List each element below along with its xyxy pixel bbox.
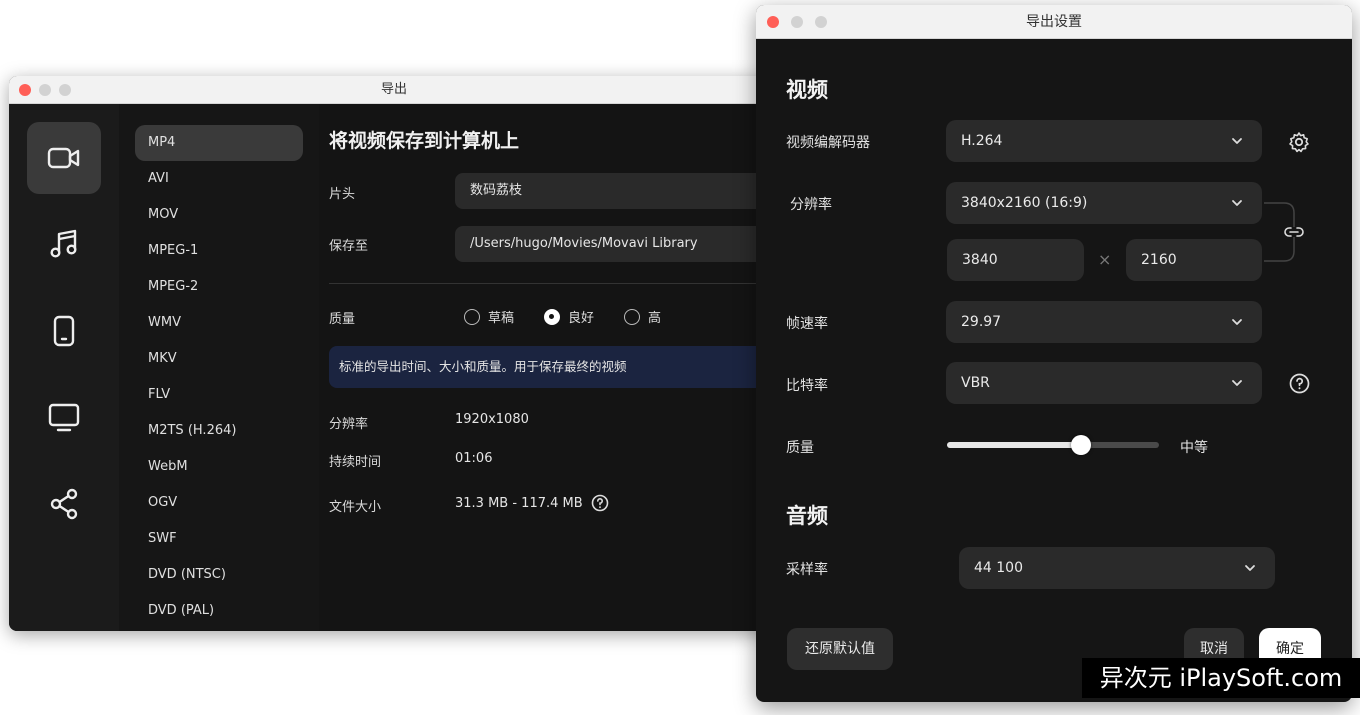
music-icon (50, 229, 77, 258)
resolution-label: 分辨率 (329, 417, 369, 432)
quality-option-draft[interactable]: 草稿 (464, 307, 514, 326)
watermark: 异次元 iPlaySoft.com (1082, 658, 1360, 698)
export-settings-window: 导出设置 视频 视频编解码器 H.264 分辨率 3840x2160 (16:9… (756, 5, 1352, 702)
resolution-select[interactable]: 3840x2160 (16:9) (946, 182, 1262, 224)
quality-option-label: 高 (648, 311, 662, 326)
times-sign: × (1098, 250, 1112, 269)
format-list: MP4 AVI MOV MPEG-1 MPEG-2 WMV MKV FLV M2… (119, 104, 319, 631)
category-nav (9, 104, 119, 631)
chevron-down-icon (1232, 138, 1242, 144)
save-to-input[interactable]: /Users/hugo/Movies/Movavi Library (455, 226, 779, 262)
height-input[interactable]: 2160 (1126, 239, 1262, 281)
export-main: 将视频保存到计算机上 片头 数码荔枝 保存至 /Users/hugo/Movie… (319, 104, 779, 631)
chevron-down-icon (1245, 565, 1255, 571)
bitrate-value: VBR (961, 375, 990, 391)
quality-label: 质量 (329, 312, 356, 327)
bitrate-label: 比特率 (786, 378, 828, 394)
title-label: 片头 (329, 187, 356, 202)
quality-slider-thumb[interactable] (1070, 435, 1091, 455)
quality-value: 中等 (1180, 440, 1208, 456)
format-item-webm[interactable]: WebM (135, 449, 303, 485)
radio-circle (624, 308, 640, 325)
window-title: 导出 (380, 82, 407, 97)
quality-option-label: 良好 (568, 311, 595, 326)
format-item-dvd-pal[interactable]: DVD (PAL) (135, 593, 303, 629)
nav-audio[interactable] (27, 208, 101, 280)
codec-value: H.264 (961, 133, 1003, 149)
radio-circle (464, 308, 480, 325)
export-titlebar: 导出 (9, 76, 779, 104)
format-item-avi[interactable]: AVI (135, 161, 303, 197)
quality-option-good[interactable]: 良好 (544, 307, 594, 326)
resolution-label: 分辨率 (790, 197, 832, 213)
quality-slider-fill (947, 442, 1081, 448)
reset-defaults-button[interactable]: 还原默认值 (787, 628, 893, 670)
duration-label: 持续时间 (329, 455, 382, 470)
format-item-swf[interactable]: SWF (135, 521, 303, 557)
format-item-mkv[interactable]: MKV (135, 341, 303, 377)
page-title: 将视频保存到计算机上 (329, 130, 520, 152)
video-section-title: 视频 (786, 78, 828, 102)
quality-label: 质量 (786, 440, 814, 456)
quality-slider[interactable] (947, 435, 1159, 455)
format-item-mpeg1[interactable]: MPEG-1 (135, 233, 303, 269)
gear-icon[interactable] (1288, 131, 1310, 153)
save-to-label: 保存至 (329, 239, 369, 254)
help-icon[interactable] (1289, 373, 1310, 394)
phone-icon (53, 315, 75, 347)
filesize-value: 31.3 MB - 117.4 MB (455, 496, 583, 511)
quality-option-high[interactable]: 高 (624, 307, 661, 326)
samplerate-label: 采样率 (786, 562, 828, 578)
format-item-mov[interactable]: MOV (135, 197, 303, 233)
framerate-label: 帧速率 (786, 316, 828, 332)
window-title: 导出设置 (1026, 14, 1082, 30)
resolution-value: 3840x2160 (16:9) (961, 195, 1088, 211)
quality-info-banner: 标准的导出时间、大小和质量。用于保存最终的视频 (329, 346, 779, 388)
bitrate-select[interactable]: VBR (946, 362, 1262, 404)
export-window: 导出 MP4 AVI MOV MPEG-1 MPEG-2 WMV MKV FLV… (9, 76, 779, 631)
video-icon (47, 147, 80, 169)
tv-icon (48, 403, 80, 432)
nav-tv[interactable] (27, 382, 101, 454)
quality-radio-group: 草稿 良好 高 (464, 307, 779, 327)
nav-share[interactable] (27, 468, 101, 540)
radio-circle-selected (544, 308, 560, 325)
codec-label: 视频编解码器 (786, 135, 870, 151)
nav-video[interactable] (27, 122, 101, 194)
format-item-mp4[interactable]: MP4 (135, 125, 303, 161)
help-icon[interactable] (591, 494, 609, 512)
filesize-label: 文件大小 (329, 500, 382, 515)
chevron-down-icon (1232, 200, 1242, 206)
width-input[interactable]: 3840 (947, 239, 1084, 281)
format-item-mpeg2[interactable]: MPEG-2 (135, 269, 303, 305)
nav-device[interactable] (27, 295, 101, 367)
title-input[interactable]: 数码荔枝 (455, 173, 779, 209)
quality-option-label: 草稿 (488, 311, 515, 326)
format-item-m2ts[interactable]: M2TS (H.264) (135, 413, 303, 449)
share-icon (50, 488, 78, 520)
chevron-down-icon (1232, 380, 1242, 386)
duration-value: 01:06 (455, 451, 493, 466)
codec-select[interactable]: H.264 (946, 120, 1262, 162)
format-item-dvd-ntsc[interactable]: DVD (NTSC) (135, 557, 303, 593)
link-icon[interactable] (1283, 225, 1305, 239)
format-item-wmv[interactable]: WMV (135, 305, 303, 341)
resolution-value: 1920x1080 (455, 412, 529, 427)
format-item-flv[interactable]: FLV (135, 377, 303, 413)
audio-section-title: 音频 (786, 504, 828, 528)
settings-titlebar: 导出设置 (756, 5, 1352, 39)
chevron-down-icon (1232, 319, 1242, 325)
divider (329, 283, 779, 284)
format-item-ogv[interactable]: OGV (135, 485, 303, 521)
framerate-value: 29.97 (961, 314, 1002, 330)
samplerate-select[interactable]: 44 100 (959, 547, 1275, 589)
framerate-select[interactable]: 29.97 (946, 301, 1262, 343)
samplerate-value: 44 100 (974, 560, 1023, 576)
